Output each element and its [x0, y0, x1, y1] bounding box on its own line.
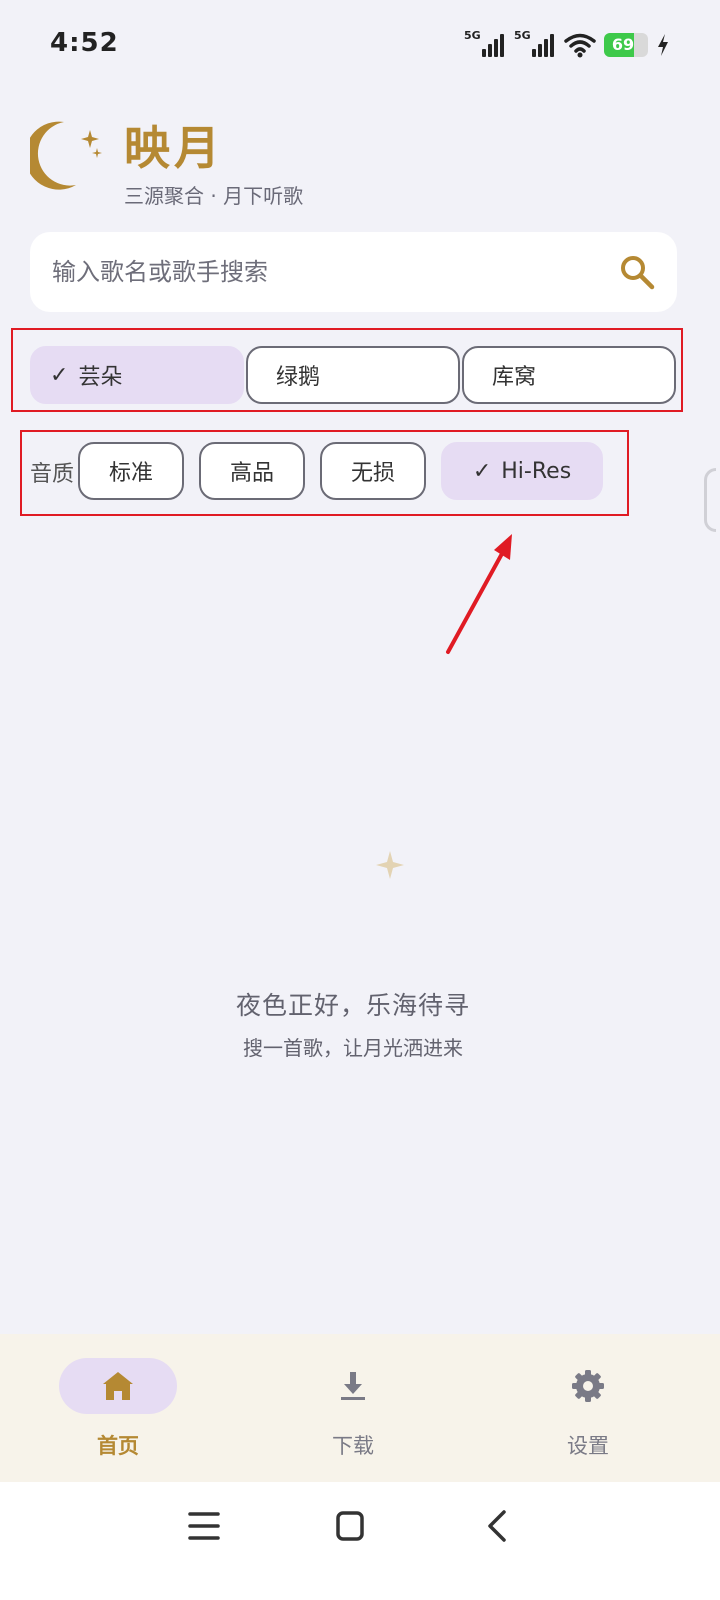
back-icon[interactable]	[468, 1504, 528, 1548]
nav-item-home[interactable]: 首页	[28, 1334, 208, 1482]
nav-item-download[interactable]: 下载	[263, 1334, 443, 1482]
quality-chip-standard[interactable]: 标准	[78, 442, 184, 500]
empty-state-subtitle: 搜一首歌，让月光洒进来	[243, 1036, 463, 1060]
signal-icon: 5G	[514, 29, 556, 59]
status-time: 4:52	[50, 28, 119, 58]
quality-chip-label: 高品	[229, 461, 274, 486]
signal-label: 5G	[464, 29, 481, 42]
check-icon: ✓	[50, 362, 69, 388]
signal-icon: 5G	[464, 29, 506, 59]
nav-label-settings: 设置	[567, 1434, 609, 1458]
quality-label: 音质	[30, 462, 75, 487]
signal-label: 5G	[514, 29, 531, 42]
search-box[interactable]	[30, 232, 677, 312]
source-chip-kuwo[interactable]: 库窝	[462, 346, 676, 404]
quality-chip-lossless[interactable]: 无损	[320, 442, 426, 500]
wifi-icon	[564, 33, 596, 58]
source-chip-lvee[interactable]: 绿鹅	[246, 346, 460, 404]
quality-chip-high[interactable]: 高品	[199, 442, 305, 500]
system-nav-bar	[0, 1482, 720, 1600]
status-icons: 5G 5G 69	[464, 29, 670, 60]
quality-chip-label: 无损	[350, 461, 395, 486]
menu-icon[interactable]	[174, 1504, 234, 1548]
battery-level: 69	[611, 35, 635, 54]
nav-label-home: 首页	[97, 1434, 139, 1458]
source-chip-label: 库窝	[492, 365, 537, 390]
home-icon	[103, 1372, 133, 1400]
charging-icon	[658, 34, 668, 56]
empty-state-title: 夜色正好，乐海待寻	[235, 991, 470, 1020]
nav-item-settings[interactable]: 设置	[498, 1334, 678, 1482]
search-input[interactable]	[52, 248, 592, 296]
quality-chip-hires[interactable]: ✓ Hi-Res	[441, 442, 603, 500]
crescent-moon-icon	[30, 121, 102, 190]
bottom-nav: 首页 下载 设置	[0, 1334, 720, 1482]
source-chip-label: 芸朵	[78, 365, 123, 390]
gear-icon	[572, 1370, 604, 1402]
source-chip-label: 绿鹅	[276, 365, 321, 390]
nav-label-download: 下载	[332, 1434, 374, 1458]
download-icon	[341, 1372, 365, 1400]
app-subtitle: 三源聚合 · 月下听歌	[124, 184, 304, 208]
quality-chip-label: 标准	[108, 461, 153, 486]
status-bar: 4:52 5G 5G 69	[0, 0, 720, 92]
app-title: 映月	[124, 121, 224, 175]
quality-chip-label: Hi-Res	[501, 458, 572, 484]
check-icon: ✓	[472, 458, 492, 484]
home-square-icon[interactable]	[320, 1504, 380, 1548]
side-drag-handle[interactable]	[704, 468, 716, 532]
crescent-moon-icon	[292, 829, 404, 949]
battery-icon: 69	[604, 33, 648, 57]
source-chip-yunduo[interactable]: ✓ 芸朵	[30, 346, 244, 404]
search-icon[interactable]	[619, 254, 655, 290]
annotation-arrow	[446, 534, 512, 654]
